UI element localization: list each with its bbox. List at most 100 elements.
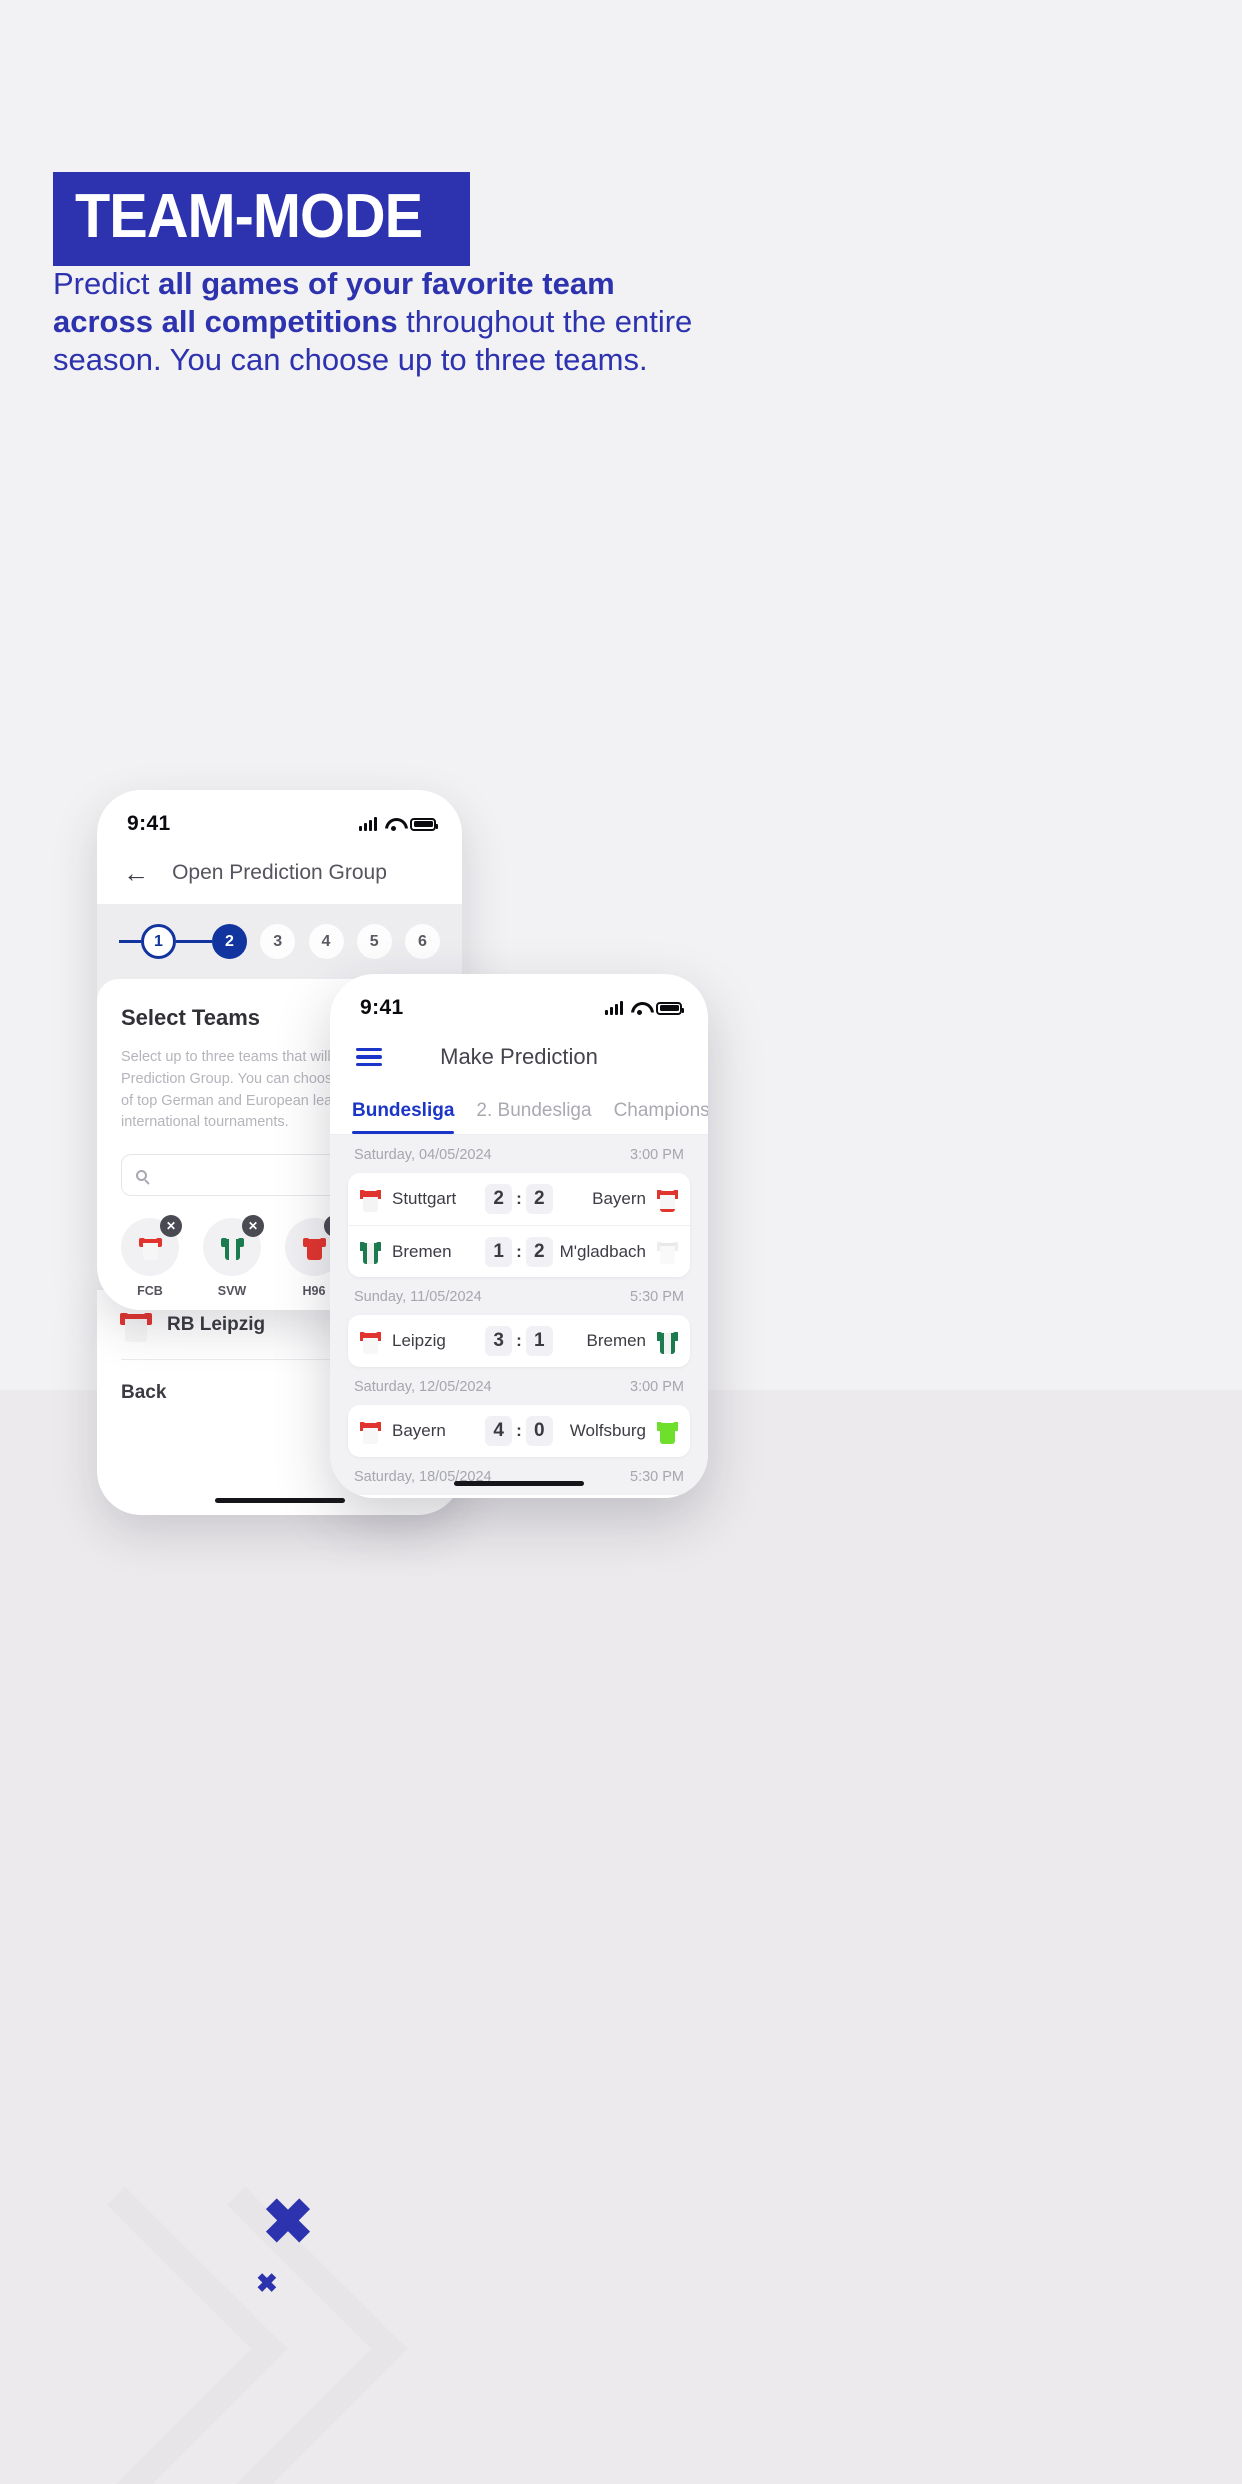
jersey-icon (220, 1235, 244, 1260)
away-score[interactable]: 0 (525, 1416, 553, 1446)
home-team-name: Bremen (392, 1241, 452, 1261)
status-bar-back: 9:41 (97, 790, 462, 842)
match-card: Stuttgart 2 : 2 Bayern Bremen 1: 2 M'gl… (348, 1173, 690, 1277)
jersey-icon (138, 1235, 162, 1260)
step-6[interactable]: 6 (405, 924, 440, 959)
match-time: 3:00 PM (630, 1379, 684, 1395)
jersey-icon (657, 1419, 679, 1444)
wifi-icon (385, 818, 402, 831)
home-team-name: Bayern (392, 1421, 446, 1440)
step-3[interactable]: 3 (260, 924, 296, 959)
home-score[interactable]: 1 (485, 1236, 513, 1267)
subheadline: Predict all games of your favorite team … (53, 265, 713, 379)
jersey-icon (360, 1187, 381, 1212)
match-card: Leipzig 3 : 1 Bremen (348, 1315, 690, 1367)
score-stepper[interactable]: 3 : 1 (485, 1326, 553, 1356)
status-time: 9:41 (360, 996, 404, 1019)
battery-icon (656, 1001, 684, 1015)
away-team-name: Bremen (586, 1331, 647, 1350)
match-date-row: Saturday, 12/05/2024 3:00 PM (348, 1367, 690, 1405)
back-button-label: Back (121, 1382, 167, 1403)
step-1[interactable]: 1 (141, 924, 176, 959)
home-indicator (454, 1481, 584, 1486)
home-score[interactable]: 2 (485, 1184, 513, 1214)
match-date: Saturday, 12/05/2024 (354, 1379, 492, 1395)
match-card: Bayern 4 : 0 Wolfsburg (348, 1405, 690, 1457)
score-stepper[interactable]: 1 : 2 (485, 1236, 553, 1267)
decorative-x-small-icon: ✖ (256, 2268, 278, 2298)
status-time: 9:41 (127, 812, 171, 835)
score-stepper[interactable]: 4 : 0 (485, 1416, 553, 1446)
home-indicator (214, 1498, 345, 1503)
decorative-x-large-icon: ✖ (262, 2188, 314, 2257)
jersey-icon (657, 1239, 679, 1264)
step-5[interactable]: 5 (356, 924, 392, 959)
close-icon[interactable]: ✕ (242, 1215, 264, 1237)
home-team-name: Stuttgart (392, 1189, 457, 1208)
away-score[interactable]: 1 (525, 1326, 553, 1356)
match-row[interactable]: Stuttgart 2 : 2 Bayern (348, 1173, 690, 1225)
headline-band: TEAM-MODE (53, 172, 471, 266)
match-date-row: Saturday, 04/05/2024 3:00 PM (348, 1135, 690, 1173)
team-option-label: RB Leipzig (167, 1313, 266, 1335)
match-card: Hoffenheim 1 : 5 Bayern (348, 1495, 690, 1498)
step-4[interactable]: 4 (308, 924, 344, 959)
match-date-row: Saturday, 18/05/2024 5:30 PM (348, 1457, 690, 1495)
tab-champions-league[interactable]: Champions League (614, 1100, 708, 1134)
selected-team-chip[interactable]: ✕ FCB (121, 1215, 182, 1298)
jersey-icon (657, 1329, 679, 1354)
search-icon (136, 1169, 147, 1181)
nav-bar-front: Make Prediction (330, 1026, 708, 1088)
status-bar-front: 9:41 (330, 974, 708, 1026)
away-score[interactable]: 2 (525, 1184, 553, 1214)
nav-title: Make Prediction (440, 1044, 598, 1069)
match-time: 5:30 PM (630, 1469, 684, 1485)
chip-label: FCB (137, 1284, 163, 1298)
match-row[interactable]: Bremen 1 : 2 M'gladbach (348, 1225, 690, 1277)
wifi-icon (631, 1002, 648, 1015)
page-title: TEAM-MODE (75, 182, 423, 251)
match-time: 3:00 PM (630, 1147, 684, 1163)
score-separator: : (516, 1331, 522, 1350)
home-score[interactable]: 3 (485, 1326, 513, 1356)
away-team-name: Wolfsburg (569, 1421, 647, 1440)
selected-team-chip[interactable]: ✕ SVW (203, 1215, 264, 1298)
jersey-icon (360, 1239, 381, 1264)
tab-2-bundesliga[interactable]: 2. Bundesliga (476, 1100, 591, 1134)
away-team-name: Bayern (592, 1189, 647, 1208)
signal-icon (359, 817, 377, 831)
match-date: Saturday, 04/05/2024 (354, 1147, 492, 1163)
league-tabs: Bundesliga 2. Bundesliga Champions Leagu… (330, 1088, 708, 1135)
away-score[interactable]: 2 (525, 1236, 553, 1267)
score-separator: : (516, 1421, 522, 1440)
match-date-row: Sunday, 11/05/2024 5:30 PM (348, 1277, 690, 1315)
jersey-icon (120, 1308, 152, 1342)
score-separator: : (516, 1189, 522, 1208)
match-row[interactable]: Bayern 4 : 0 Wolfsburg (348, 1405, 690, 1457)
jersey-icon (302, 1235, 326, 1260)
match-row[interactable]: Leipzig 3 : 1 Bremen (348, 1315, 690, 1367)
tab-bundesliga[interactable]: Bundesliga (352, 1100, 455, 1134)
score-separator: : (516, 1241, 522, 1261)
step-indicator: 1 2 3 4 5 6 (97, 904, 462, 979)
jersey-icon (360, 1329, 381, 1354)
match-list: Saturday, 04/05/2024 3:00 PM Stuttgart 2… (330, 1135, 708, 1498)
subhead-part1: Predict (53, 266, 159, 301)
home-team-name: Leipzig (392, 1331, 446, 1350)
home-score[interactable]: 4 (485, 1416, 513, 1446)
score-stepper[interactable]: 2 : 2 (485, 1184, 553, 1214)
jersey-icon (360, 1419, 381, 1444)
nav-title: Open Prediction Group (172, 861, 387, 884)
chip-label: SVW (217, 1284, 247, 1298)
signal-icon (605, 1001, 623, 1015)
phone-front: 9:41 Make Prediction Bundesliga 2. Bunde… (330, 974, 708, 1498)
match-row[interactable]: Hoffenheim 1 : 5 Bayern (348, 1495, 690, 1498)
match-date: Sunday, 11/05/2024 (354, 1289, 482, 1305)
match-time: 5:30 PM (630, 1289, 684, 1305)
close-icon[interactable]: ✕ (160, 1215, 182, 1237)
jersey-icon (657, 1187, 679, 1212)
step-2[interactable]: 2 (212, 924, 247, 959)
nav-bar-back: ← Open Prediction Group (97, 842, 462, 904)
battery-icon (410, 817, 438, 831)
away-team-name: M'gladbach (559, 1241, 647, 1261)
